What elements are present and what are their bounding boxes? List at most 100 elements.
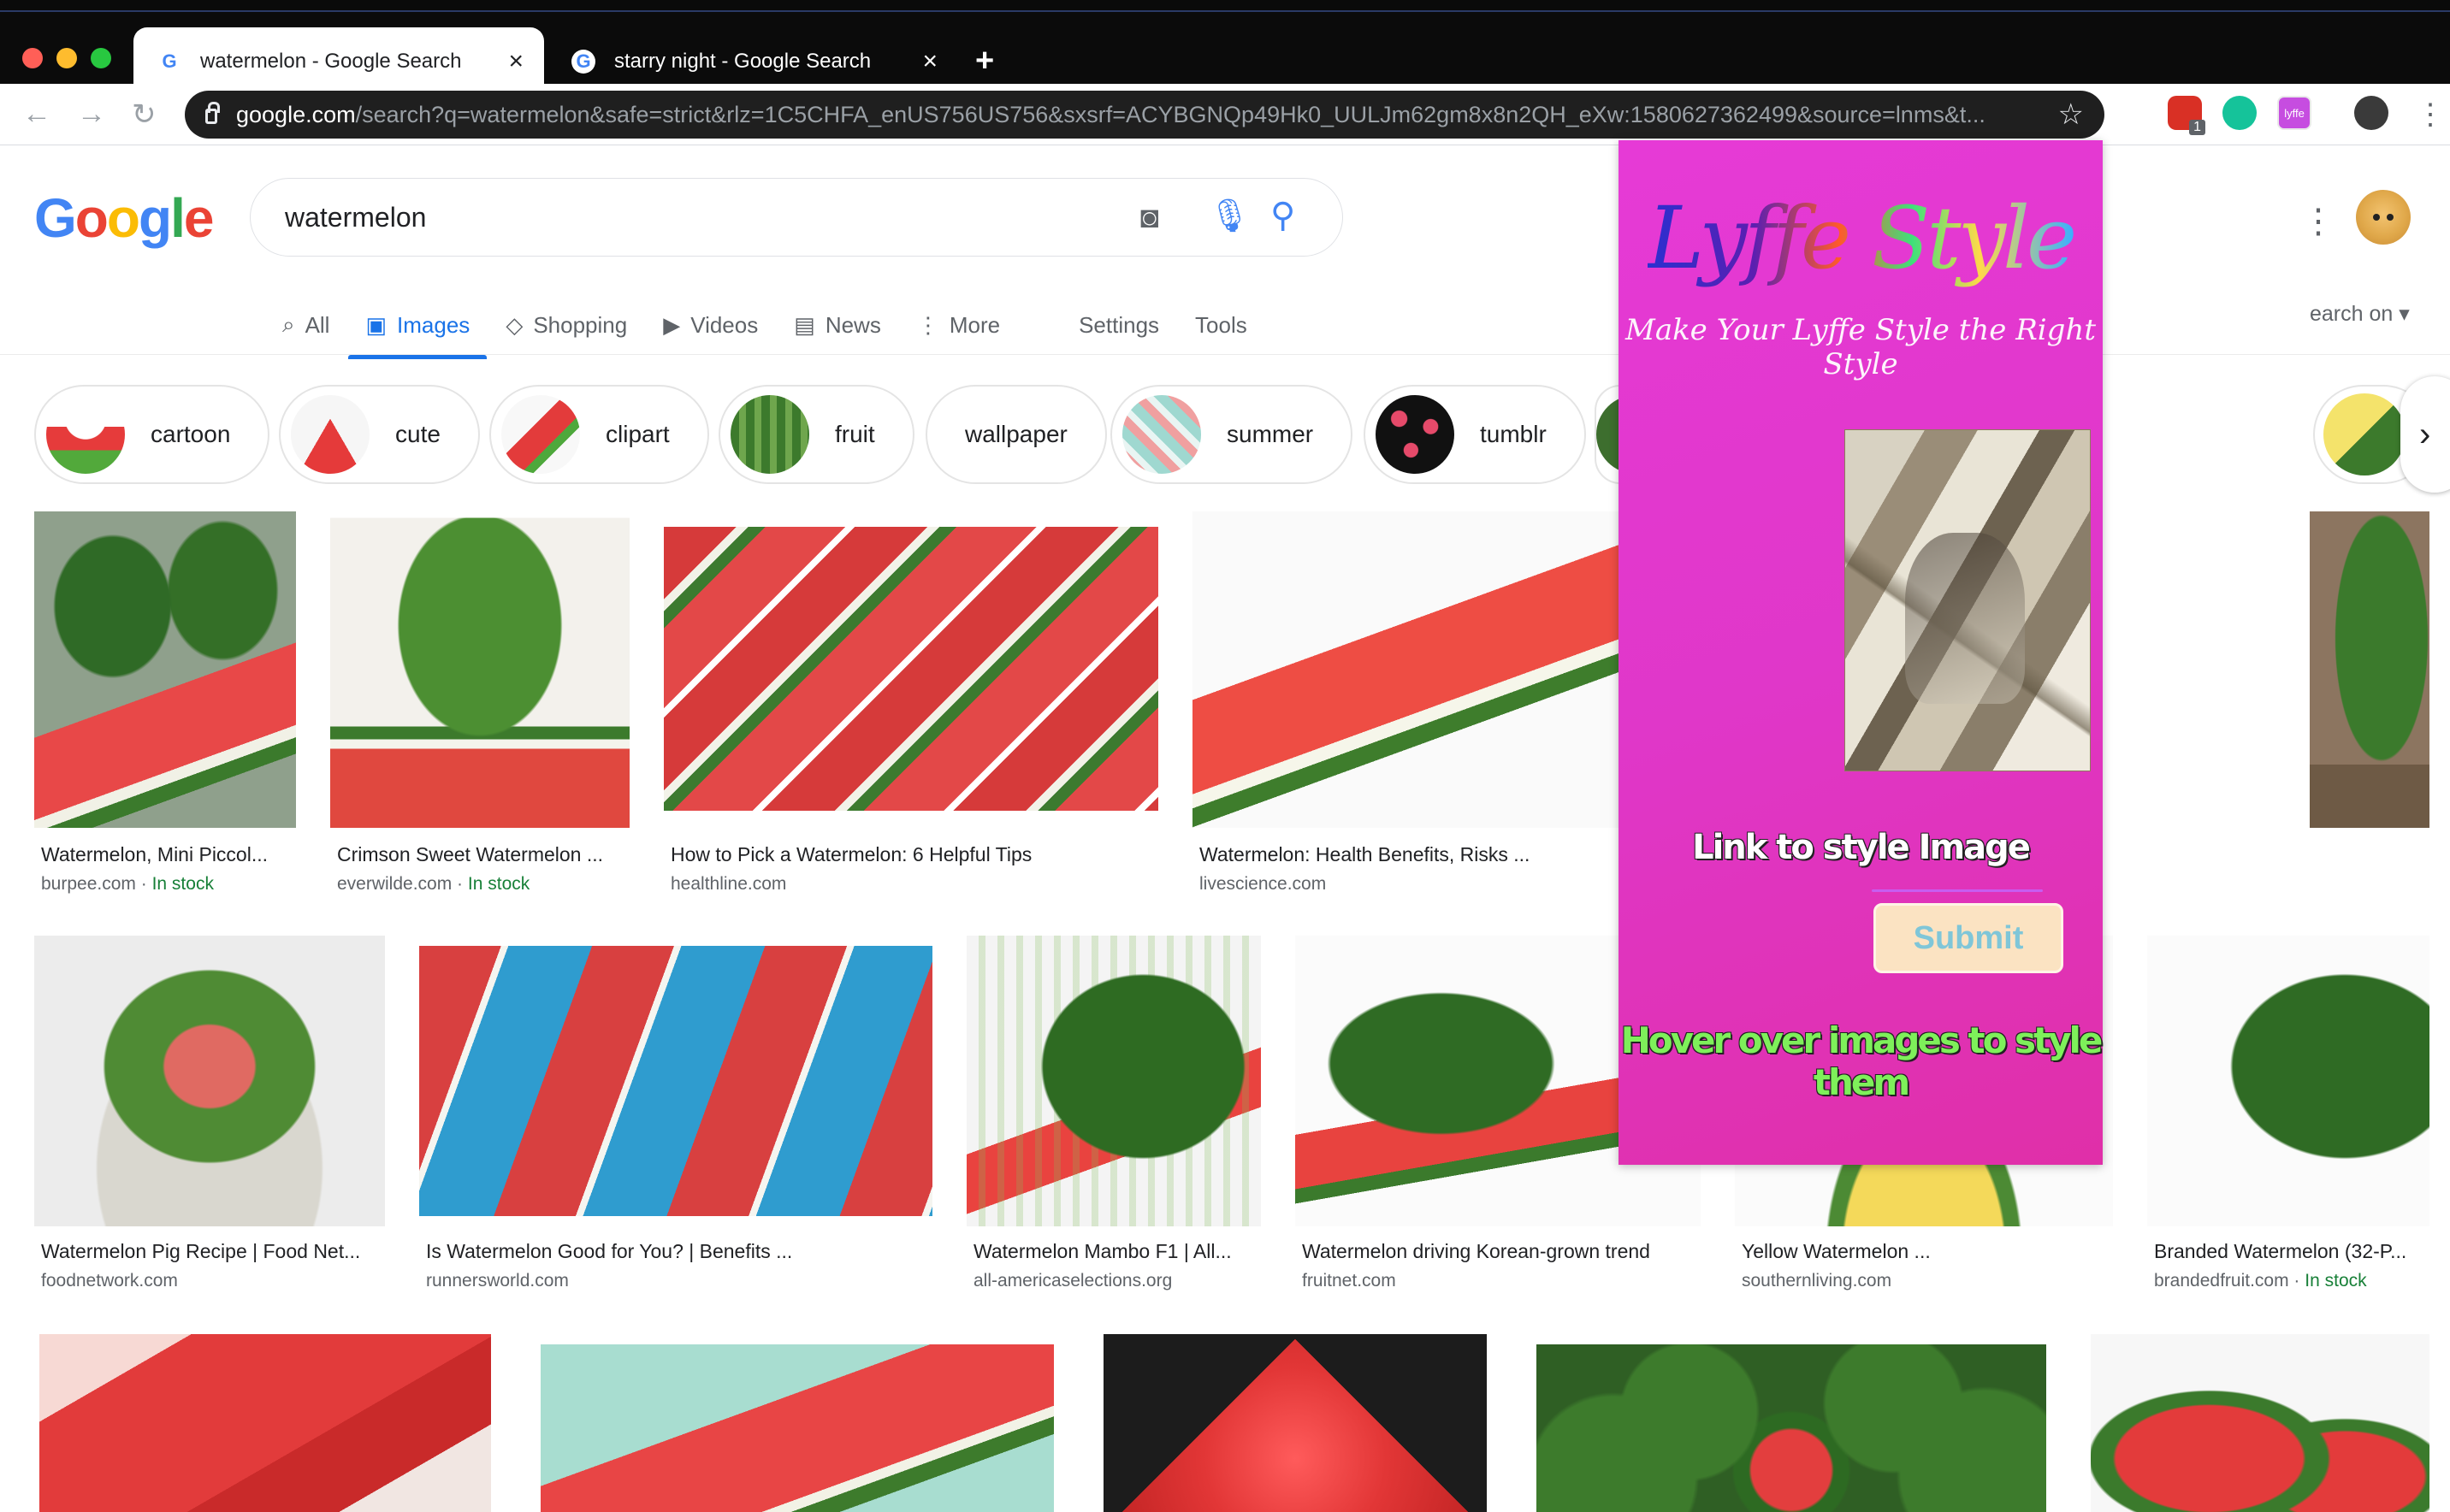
camera-icon[interactable]: ◙ <box>1140 199 1159 235</box>
chip-cute[interactable]: cute <box>279 385 480 484</box>
minimize-window-button[interactable] <box>56 48 77 68</box>
chip-thumbnail <box>501 395 580 474</box>
profile-avatar-icon[interactable] <box>2354 96 2388 130</box>
result-image[interactable] <box>2091 1334 2429 1512</box>
chip-tumblr[interactable]: tumblr <box>1364 385 1586 484</box>
result-source[interactable]: livescience.com <box>1199 874 1326 895</box>
result-card[interactable] <box>1536 1344 2046 1512</box>
browser-menu-icon[interactable]: ⋮ <box>2416 97 2445 132</box>
maximize-window-button[interactable] <box>91 48 111 68</box>
reload-icon[interactable]: ↻ <box>132 97 157 132</box>
tab-more[interactable]: ⋮ More <box>917 299 1000 351</box>
result-source[interactable]: healthline.com <box>671 874 786 895</box>
result-card[interactable]: Watermelon, Mini Piccol... burpee.com · … <box>34 511 296 905</box>
result-card[interactable]: Watermelon Pig Recipe | Food Net... food… <box>34 936 385 1295</box>
chip-cartoon[interactable]: cartoon <box>34 385 270 484</box>
result-title[interactable]: Crimson Sweet Watermelon ... <box>337 843 603 866</box>
result-source[interactable]: burpee.com · In stock <box>41 874 214 895</box>
result-image[interactable] <box>419 946 932 1216</box>
search-query[interactable]: watermelon <box>285 202 426 233</box>
google-favicon-icon: G <box>162 50 177 72</box>
tab-shopping[interactable]: ◇ Shopping <box>506 299 627 351</box>
result-image[interactable] <box>664 527 1158 811</box>
account-avatar[interactable] <box>2356 190 2411 245</box>
result-image[interactable] <box>967 936 1261 1226</box>
tab-videos[interactable]: ▶ Videos <box>663 299 758 351</box>
chip-clipart[interactable]: clipart <box>489 385 709 484</box>
result-image[interactable] <box>1192 511 1619 828</box>
new-tab-button[interactable]: + <box>975 43 994 80</box>
result-title[interactable]: Yellow Watermelon ... <box>1742 1240 1931 1263</box>
result-title[interactable]: Branded Watermelon (32-P... <box>2154 1240 2406 1263</box>
result-title[interactable]: Watermelon: Health Benefits, Risks ... <box>1199 843 1530 866</box>
result-title[interactable]: Watermelon Pig Recipe | Food Net... <box>41 1240 360 1263</box>
result-card[interactable] <box>39 1334 491 1512</box>
chips-next-button[interactable]: › <box>2400 376 2450 493</box>
close-window-button[interactable] <box>22 48 43 68</box>
result-image[interactable] <box>2147 936 2429 1226</box>
google-logo[interactable]: Google <box>34 186 214 250</box>
result-card[interactable] <box>1104 1334 1487 1512</box>
in-stock-badge: In stock <box>467 874 530 894</box>
result-image[interactable] <box>34 936 385 1226</box>
result-title[interactable]: Is Watermelon Good for You? | Benefits .… <box>426 1240 792 1263</box>
result-title[interactable]: Watermelon driving Korean-grown trend <box>1302 1240 1650 1263</box>
submit-button[interactable]: Submit <box>1873 903 2063 973</box>
result-image[interactable] <box>34 511 296 828</box>
result-source[interactable]: southernliving.com <box>1742 1271 1891 1291</box>
url-text[interactable]: google.com/search?q=watermelon&safe=stri… <box>236 102 1985 128</box>
address-bar[interactable]: google.com/search?q=watermelon&safe=stri… <box>185 91 2104 139</box>
result-card[interactable] <box>541 1344 1054 1512</box>
result-title[interactable]: Watermelon Mambo F1 | All... <box>973 1240 1232 1263</box>
result-source[interactable]: runnersworld.com <box>426 1271 569 1291</box>
result-source[interactable]: everwilde.com · In stock <box>337 874 530 895</box>
result-source[interactable]: all-americaselections.org <box>973 1271 1172 1291</box>
microphone-icon[interactable]: 🎙︎ <box>1209 198 1250 235</box>
lyffe-extension-icon[interactable]: lyffe <box>2277 96 2311 130</box>
result-image[interactable] <box>2310 511 2429 828</box>
result-card[interactable]: Is Watermelon Good for You? | Benefits .… <box>419 936 932 1295</box>
grammarly-extension-icon[interactable] <box>2222 96 2257 130</box>
bookmark-star-icon[interactable]: ☆ <box>2058 97 2084 132</box>
search-input[interactable]: watermelon ◙ 🎙︎ ⚲ <box>250 178 1343 257</box>
result-image[interactable] <box>1104 1334 1487 1512</box>
result-card[interactable] <box>2310 511 2429 828</box>
tab-news[interactable]: ▤ News <box>794 299 881 351</box>
chip-wallpaper[interactable]: wallpaper <box>926 385 1107 484</box>
result-source[interactable]: brandedfruit.com · In stock <box>2154 1271 2367 1291</box>
result-image[interactable] <box>541 1344 1054 1512</box>
chip-label: summer <box>1227 421 1314 447</box>
result-title[interactable]: Watermelon, Mini Piccol... <box>41 843 268 866</box>
style-reference-image[interactable] <box>1844 429 2091 771</box>
tab-images[interactable]: ▣ Images <box>348 299 488 359</box>
chip-thumbnail <box>46 395 125 474</box>
forward-arrow-icon[interactable]: → <box>77 97 106 131</box>
apps-grid-icon[interactable]: ⋮ <box>2301 202 2335 241</box>
result-card[interactable] <box>2091 1334 2429 1512</box>
result-image[interactable] <box>330 511 630 828</box>
safesearch-toggle[interactable]: earch on ▾ <box>2310 301 2410 327</box>
result-card[interactable]: Watermelon Mambo F1 | All... all-america… <box>967 936 1261 1295</box>
style-link-input[interactable] <box>1872 889 2043 892</box>
result-card[interactable]: Branded Watermelon (32-P... brandedfruit… <box>2147 936 2429 1295</box>
result-title[interactable]: How to Pick a Watermelon: 6 Helpful Tips <box>671 843 1032 866</box>
result-source[interactable]: foodnetwork.com <box>41 1271 178 1291</box>
tab-tools[interactable]: Tools <box>1195 299 1247 351</box>
back-arrow-icon[interactable]: ← <box>22 97 51 131</box>
result-card[interactable]: How to Pick a Watermelon: 6 Helpful Tips… <box>664 511 1158 905</box>
close-tab-icon[interactable]: × <box>922 47 938 76</box>
search-icon[interactable]: ⚲ <box>1270 196 1295 235</box>
tab-all[interactable]: ⌕ All <box>282 299 329 351</box>
lyffe-style-popup: Lyffe Style Make Your Lyffe Style the Ri… <box>1619 140 2103 1165</box>
result-image[interactable] <box>39 1334 491 1512</box>
chip-summer[interactable]: summer <box>1110 385 1353 484</box>
result-card[interactable]: Crimson Sweet Watermelon ... everwilde.c… <box>330 511 630 905</box>
tab-settings[interactable]: Settings <box>1079 299 1159 351</box>
close-tab-icon[interactable]: × <box>508 47 524 76</box>
result-card[interactable]: Watermelon: Health Benefits, Risks ... l… <box>1192 511 1619 905</box>
result-image[interactable] <box>1536 1344 2046 1512</box>
newspaper-icon: ▤ <box>794 311 815 338</box>
chip-fruit[interactable]: fruit <box>719 385 914 484</box>
result-source[interactable]: fruitnet.com <box>1302 1271 1396 1291</box>
adblock-extension-icon[interactable]: 1 <box>2168 96 2205 135</box>
